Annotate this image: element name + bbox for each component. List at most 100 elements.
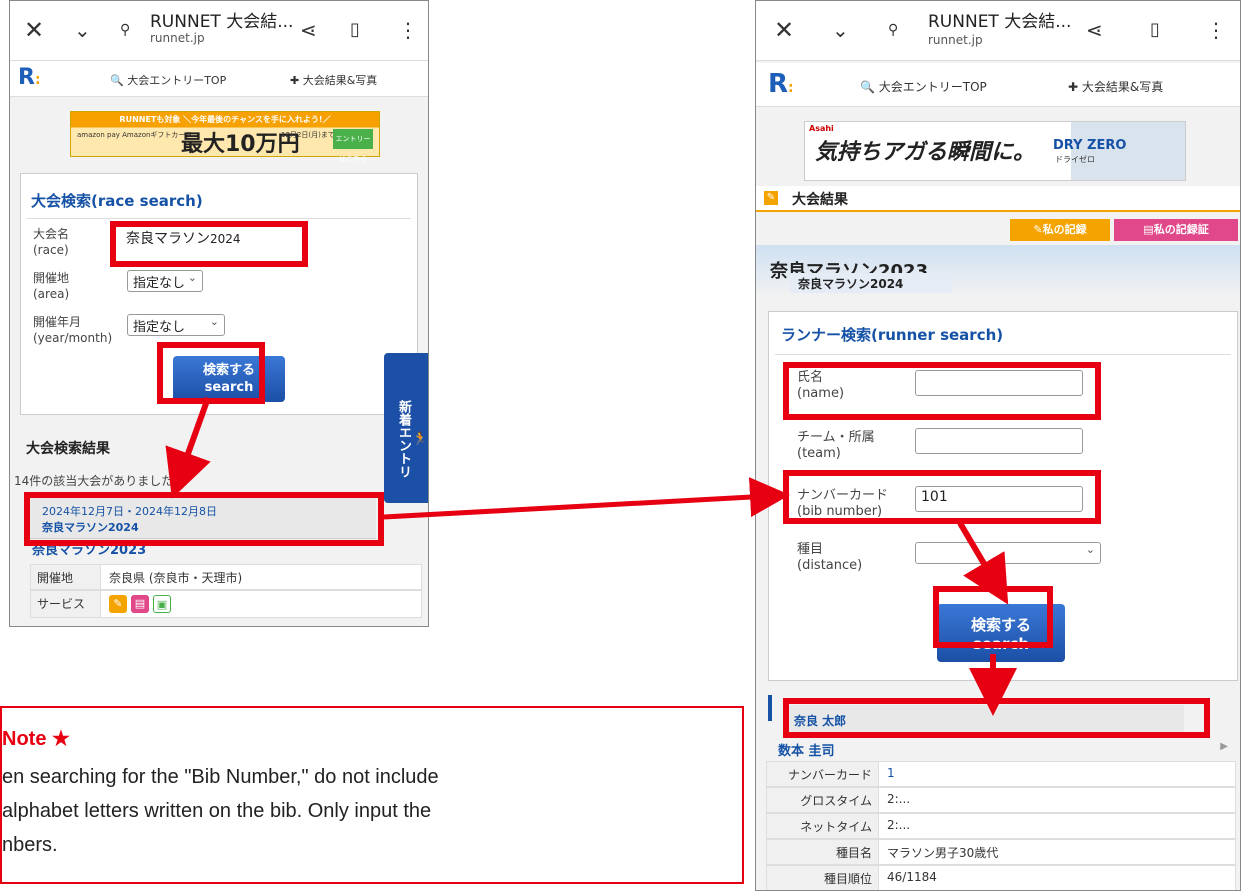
chevron-down-icon[interactable]: ⌄ [832, 15, 849, 45]
section-marker [768, 695, 772, 721]
runnet-logo[interactable]: R: [18, 65, 41, 90]
divider [775, 354, 1231, 355]
bib-key: ナンバーカード [767, 762, 879, 786]
share-icon[interactable]: ⋖ [300, 15, 317, 45]
area-select[interactable]: 指定なし ⌄ [127, 270, 203, 292]
race-area-row: 開催地 奈良県 (奈良市・天理市) [30, 564, 422, 590]
team-input[interactable] [915, 428, 1083, 454]
record-pencil-icon[interactable]: ✎ [109, 595, 127, 613]
runner-icon: 🏃 [413, 431, 428, 447]
ad-headline: 気持ちアガる瞬間に。 [815, 140, 1036, 165]
site-settings-icon[interactable]: ⚲ [888, 15, 898, 45]
note-line-3: nbers. [2, 834, 58, 856]
nav-entry-top-link[interactable]: 🔍 大会エントリーTOP [110, 72, 226, 88]
area-value: 奈良県 (奈良市・天理市) [109, 571, 243, 585]
browser-top-bar: ✕ ⌄ ⚲ RUNNET 大会結... runnet.jp ⋖ ▯ ⋮ [10, 1, 428, 61]
gross-time-value: 2:... [887, 792, 911, 806]
results-section-title: 大会結果 [792, 192, 848, 208]
ad-top-text: RUNNETも対象 ＼今年最後のチャンスを手に入れよう!／ [119, 115, 331, 124]
results-section-bar: ✎ 大会結果 [756, 186, 1240, 212]
race-results-heading: 大会検索結果 [26, 441, 110, 457]
ad-product-sub: ドライゼロ [1055, 155, 1095, 164]
note-line-1: en searching for the "Bib Number," do no… [2, 766, 439, 788]
area-label: 開催地 (area) [33, 271, 70, 301]
note-title: Note ★ [2, 728, 70, 750]
note-box: Note ★ en searching for the "Bib Number,… [0, 706, 744, 884]
results-count: 14件の該当大会がありました。 [14, 474, 186, 488]
site-settings-icon[interactable]: ⚲ [120, 15, 130, 45]
page-domain: runnet.jp [928, 33, 983, 47]
ad-entry-button[interactable]: エントリーはこちら [333, 129, 373, 163]
page-title: RUNNET 大会結... [928, 12, 1072, 32]
close-icon[interactable]: ✕ [774, 15, 794, 45]
my-record-button[interactable]: ✎私の記録 [1010, 219, 1110, 241]
result-row-net: ネットタイム 2:... [766, 813, 1236, 839]
result-row-rank: 種目順位 46/1184 [766, 865, 1236, 890]
bib-value: 1 [887, 766, 895, 780]
new-entry-side-tab[interactable]: 🏃 新着エントリ [384, 353, 428, 503]
amazon-pay-ad[interactable]: RUNNETも対象 ＼今年最後のチャンスを手に入れよう!／ amazon pay… [70, 111, 380, 163]
category-key: 種目名 [767, 840, 879, 864]
runnet-logo[interactable]: R: [768, 69, 794, 99]
race-search-title: 大会検索(race search) [31, 192, 203, 210]
race-service-row: サービス ✎ ▤ ▣ [30, 590, 422, 618]
highlight-bib-number-field [783, 470, 1101, 524]
result-row-category: 種目名 マラソン男子30歳代 [766, 839, 1236, 865]
net-time-value: 2:... [887, 818, 911, 832]
race-title-banner: 奈良マラソン2023 奈良マラソン2024 [756, 245, 1240, 297]
rank-value: 46/1184 [887, 870, 937, 884]
divider [27, 218, 411, 219]
nav-results-link[interactable]: ✚ 大会結果&写真 [290, 72, 377, 88]
gross-time-key: グロスタイム [767, 788, 879, 812]
category-value: マラソン男子30歳代 [887, 846, 999, 860]
share-icon[interactable]: ⋖ [1086, 15, 1103, 45]
distance-select[interactable]: ⌄ [915, 542, 1101, 564]
ad-brand: Asahi [809, 124, 834, 133]
certificate-icon[interactable]: ▤ [131, 595, 149, 613]
team-label: チーム・所属 (team) [797, 430, 875, 461]
bookmark-icon[interactable]: ▯ [350, 15, 360, 45]
chevron-right-icon: ▶ [1220, 741, 1228, 752]
bookmark-icon[interactable]: ▯ [1150, 15, 1160, 45]
asahi-ad[interactable]: Asahi 気持ちアガる瞬間に。 DRY ZERO ドライゼロ [804, 121, 1186, 181]
site-nav: R: 🔍 大会エントリーTOP ✚ 大会結果&写真 [756, 63, 1240, 107]
area-key: 開催地 [31, 565, 101, 589]
site-nav: R: 🔍 大会エントリーTOP ✚ 大会結果&写真 [10, 61, 428, 97]
nav-results-link[interactable]: ✚ 大会結果&写真 [1068, 78, 1163, 95]
result-row-gross: グロスタイム 2:... [766, 787, 1236, 813]
close-icon[interactable]: ✕ [24, 15, 44, 45]
runner-search-title: ランナー検索(runner search) [781, 326, 1004, 344]
right-phone-screenshot: ✕ ⌄ ⚲ RUNNET 大会結... runnet.jp ⋖ ▯ ⋮ R: 🔍… [755, 0, 1241, 891]
year-month-select[interactable]: 指定なし ⌄ [127, 314, 225, 336]
chevron-down-icon: ⌄ [187, 271, 197, 284]
race-name-label: 大会名 (race) [33, 227, 70, 257]
photo-icon[interactable]: ▣ [153, 595, 171, 613]
highlight-race-name [110, 221, 308, 267]
note-line-2: alphabet letters written on the bib. Onl… [2, 800, 432, 822]
more-menu-icon[interactable]: ⋮ [398, 15, 418, 45]
my-certificate-button[interactable]: ▤私の記録証 [1114, 219, 1238, 241]
highlight-runner-search-button [933, 586, 1053, 648]
runner-name-underlying: 数本 圭司 [778, 744, 835, 759]
ad-date: 12月2日(月)まで [281, 131, 335, 139]
ad-product: DRY ZERO [1053, 138, 1127, 153]
chevron-down-icon: ⌄ [1085, 543, 1095, 556]
nav-entry-top-link[interactable]: 🔍 大会エントリーTOP [860, 78, 987, 95]
chevron-down-icon: ⌄ [209, 315, 219, 328]
service-key: サービス [31, 591, 101, 617]
highlight-race-search-button [157, 342, 265, 404]
pencil-icon: ✎ [764, 191, 778, 205]
chevron-down-icon[interactable]: ⌄ [74, 15, 91, 45]
more-menu-icon[interactable]: ⋮ [1206, 15, 1226, 45]
race-title-overlay: 奈良マラソン2024 [790, 273, 952, 293]
highlight-race-result [24, 492, 384, 546]
page-domain: runnet.jp [150, 31, 205, 45]
result-row-bib: ナンバーカード 1 [766, 761, 1236, 787]
year-month-label: 開催年月 (year/month) [33, 315, 113, 345]
net-time-key: ネットタイム [767, 814, 879, 838]
rank-key: 種目順位 [767, 866, 879, 890]
browser-top-bar: ✕ ⌄ ⚲ RUNNET 大会結... runnet.jp ⋖ ▯ ⋮ [756, 1, 1240, 61]
ad-pay-text: amazon pay Amazonギフトカード [77, 131, 193, 139]
arrow-to-runner-search [383, 477, 790, 520]
distance-label: 種目 (distance) [797, 542, 863, 573]
